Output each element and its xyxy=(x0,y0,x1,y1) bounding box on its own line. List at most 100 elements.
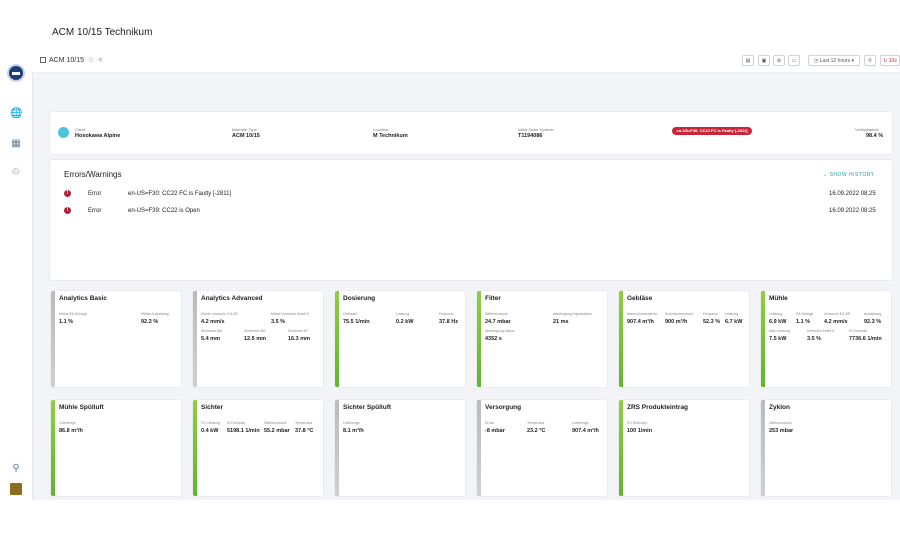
card-sichter[interactable]: Sichter FU Leistung 0.4 kW IS Drehzahl 5… xyxy=(193,400,323,496)
metric-label: Differenzdruck xyxy=(264,421,287,425)
metric-label: Sichtrotor AT xyxy=(288,329,308,333)
card-versorgung[interactable]: Versorgung Druck -8 mbar Temperatur 23.2… xyxy=(477,400,607,496)
page-title: ACM 10/15 Technikum xyxy=(52,27,153,38)
metric-value: 7.5 kW xyxy=(769,336,787,342)
card-sichter-spuelluft[interactable]: Sichter Spülluft Luftmenge 8.1 m³/h xyxy=(335,400,465,496)
zoom-out-icon[interactable]: ⚲ xyxy=(864,55,876,66)
bell-icon[interactable]: ♲ xyxy=(10,167,22,179)
metric-value: 21 ms xyxy=(553,319,569,325)
metric-label: Luftmenge xyxy=(572,421,589,425)
gear-icon[interactable]: ⚙ xyxy=(773,55,785,66)
alarm-badge[interactable]: en-US=F30: CC22 FC is Faulty [-2811] xyxy=(672,127,752,135)
metric-value: 907.4 m³/h xyxy=(627,319,654,325)
show-history-label: SHOW HISTORY xyxy=(829,172,875,178)
card-accent-bar xyxy=(51,400,55,496)
card-title: Analytics Advanced xyxy=(201,295,263,302)
metric-value: 4352 s xyxy=(485,336,502,342)
card-geblaese[interactable]: Gebläse Nennvolumenstrom 907.4 m³/h Soll… xyxy=(619,291,749,387)
metric-label: Temperatur xyxy=(295,421,313,425)
info-value-machine-type: ACM 10/15 xyxy=(232,133,260,139)
metric-label: IS Drehzahl xyxy=(227,421,246,425)
user-avatar-icon[interactable] xyxy=(10,483,22,495)
building-icon[interactable]: ▦ xyxy=(10,138,22,150)
show-history-link[interactable]: ⌄ SHOW HISTORY xyxy=(823,172,875,178)
error-time: 16.09.2022 08:25 xyxy=(829,191,876,197)
error-time: 16.09.2022 08:25 xyxy=(829,208,876,214)
metric-label: Druck xyxy=(485,421,495,425)
metric-value: 900 m³/h xyxy=(665,319,688,325)
metric-label: Sichtrotor WS xyxy=(244,329,266,333)
refresh-button[interactable]: ↻ 10s xyxy=(880,55,900,66)
card-title: Filter xyxy=(485,295,501,302)
card-zrs-produkteintrag[interactable]: ZRS Produkteintrag FU Drehzahl 100 1/min xyxy=(619,400,749,496)
card-accent-bar xyxy=(335,400,339,496)
globe-icon[interactable]: 🌐 xyxy=(10,108,22,120)
dashboard-grid-icon xyxy=(40,57,46,63)
search-icon[interactable]: ⚲ xyxy=(10,463,22,475)
metric-label: EA Schlagt xyxy=(796,312,814,316)
card-muehle[interactable]: Mühle Leistung 6.9 kW EA Schlagt 1.1 % U… xyxy=(761,291,891,387)
metric-value: -8 mbar xyxy=(485,428,505,434)
metric-value: 8.1 m³/h xyxy=(343,428,364,434)
metric-value: 37.8 °C xyxy=(295,428,314,434)
card-accent-bar xyxy=(619,291,623,387)
save-icon[interactable]: ▣ xyxy=(758,55,770,66)
chart-add-icon[interactable]: ▤ xyxy=(742,55,754,66)
share-icon[interactable]: < xyxy=(98,57,102,64)
card-muehle-spuelluft[interactable]: Mühle Spülluft Luftmenge 86.8 m³/h xyxy=(51,400,181,496)
info-value-location: M Technikum xyxy=(373,133,408,139)
metric-label: FU Leistung xyxy=(201,421,220,425)
metric-value: 92.3 % xyxy=(864,319,882,325)
card-zyklon[interactable]: Zyklon Differenzdruck 253 mbar xyxy=(761,400,891,496)
refresh-interval: 10s xyxy=(888,58,897,64)
card-filter[interactable]: Filter Differenzdruck 24.7 mbar Abreinig… xyxy=(477,291,607,387)
error-message: en-US=F30: CC22 FC is Faulty [-2811] xyxy=(128,191,232,197)
metric-value: 3.5 % xyxy=(271,319,286,325)
metric-label: Auslastung xyxy=(864,312,882,316)
metric-label: Mühle Auslastung xyxy=(141,312,169,316)
card-analytics-basic[interactable]: Analytics Basic Mühle EA Schlagt 1.1 % M… xyxy=(51,291,181,387)
metric-label: Abreinigung Impulsdauer xyxy=(553,312,592,316)
tv-mode-icon[interactable]: ▭ xyxy=(788,55,800,66)
metric-value: 23.2 °C xyxy=(527,428,546,434)
metric-label: Drehzahl xyxy=(343,312,358,316)
metric-label: Mühle Umwuchr EA-SR xyxy=(201,312,238,316)
card-accent-bar xyxy=(193,400,197,496)
metric-value: 907.4 m³/h xyxy=(572,428,599,434)
company-logo[interactable] xyxy=(7,64,25,82)
metric-value: 4.2 mm/s xyxy=(201,319,225,325)
card-accent-bar xyxy=(477,291,481,387)
card-analytics-advanced[interactable]: Analytics Advanced Mühle Umwuchr EA-SR 4… xyxy=(193,291,323,387)
star-icon[interactable]: ☆ xyxy=(88,57,94,64)
metric-value: 253 mbar xyxy=(769,428,794,434)
info-value-order: T1194086 xyxy=(518,133,543,139)
info-value-availability: 98.4 % xyxy=(866,133,884,139)
breadcrumb: ACM 10/15 ☆ < xyxy=(40,56,102,64)
info-label-order: Initial Order Number xyxy=(518,127,555,132)
info-value-client: Hosokawa Alpine xyxy=(75,133,121,139)
metric-value: 92.3 % xyxy=(141,319,159,325)
time-range-picker[interactable]: ◷ Last 12 hours ▾ xyxy=(808,55,860,66)
metric-label: Nennvolumenstrom xyxy=(627,312,658,316)
metric-label: Leistung xyxy=(769,312,783,316)
card-accent-bar xyxy=(335,291,339,387)
error-icon: ! xyxy=(64,207,71,214)
time-range-label: Last 12 hours xyxy=(819,58,851,64)
sidebar: 🌐 ▦ ♲ ⚲ xyxy=(0,50,33,500)
error-severity: Error xyxy=(88,208,102,214)
metric-label: FU Drehzahl xyxy=(627,421,647,425)
card-title: Sichter Spülluft xyxy=(343,404,392,411)
card-title: Dosierung xyxy=(343,295,376,302)
card-dosierung[interactable]: Dosierung Drehzahl 75.5 1/min Leistung 0… xyxy=(335,291,465,387)
metric-value: 5.4 mm xyxy=(201,336,220,342)
card-accent-bar xyxy=(619,400,623,496)
metric-label: Sollvolumenstrom xyxy=(665,312,693,316)
metric-label: Luftmenge xyxy=(59,421,76,425)
card-accent-bar xyxy=(193,291,197,387)
metric-label: IS Drehzahl xyxy=(849,329,868,333)
metric-value: 52.3 % xyxy=(703,319,721,325)
top-bar: ACM 10/15 ☆ < ▤ ▣ ⚙ ▭ ◷ Last 12 hours ▾ ⚲ … xyxy=(32,50,900,73)
info-label-availability: Verfügbarkeit xyxy=(855,127,879,132)
metric-label: Temperatur xyxy=(527,421,545,425)
breadcrumb-label[interactable]: ACM 10/15 xyxy=(49,57,84,64)
